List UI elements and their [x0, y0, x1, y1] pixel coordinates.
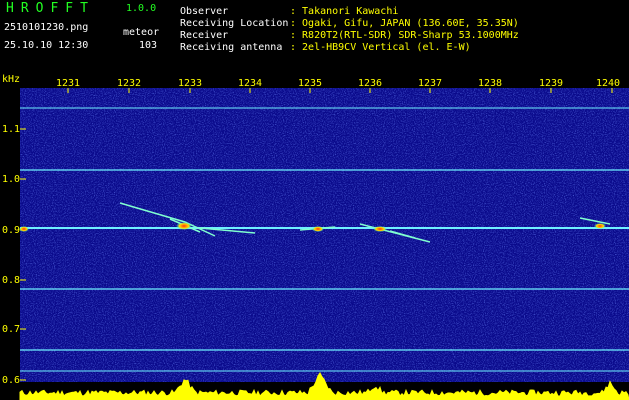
spectrum-noise [20, 88, 629, 382]
spectrogram [19, 88, 629, 400]
